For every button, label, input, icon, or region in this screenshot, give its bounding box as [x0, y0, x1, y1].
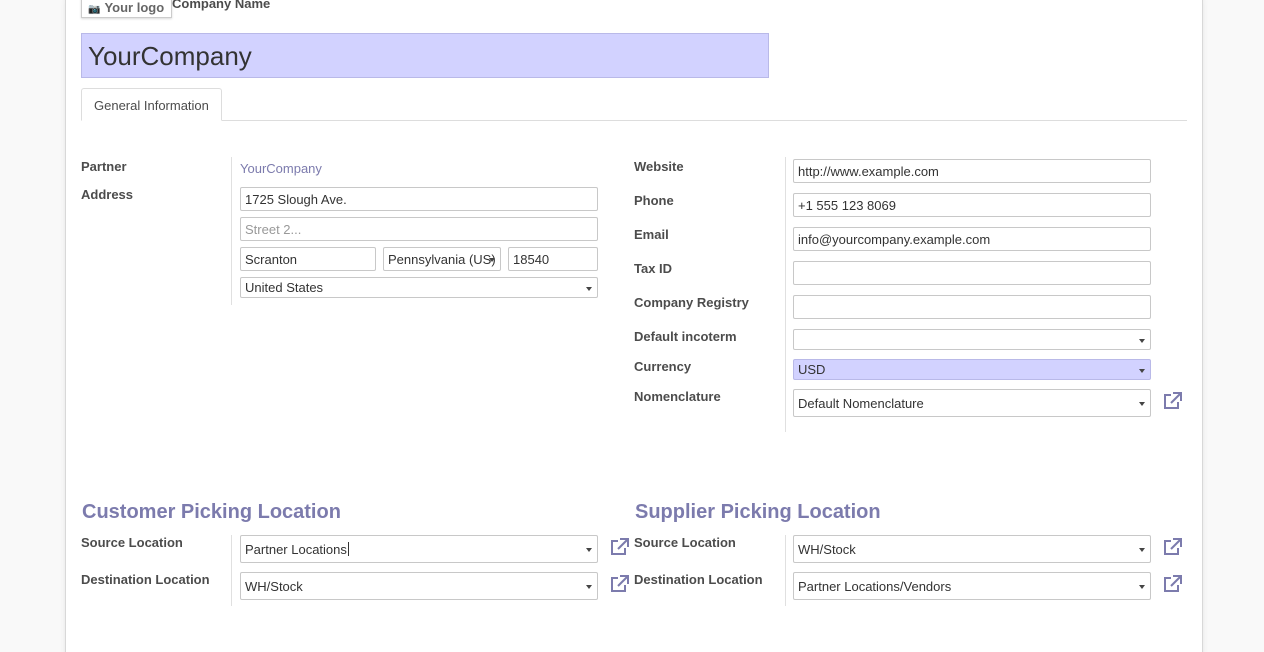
- external-link-icon[interactable]: [1162, 575, 1182, 593]
- taxid-input[interactable]: [793, 261, 1151, 285]
- currency-label: Currency: [634, 359, 692, 374]
- supplier-source-value: WH/Stock: [798, 542, 856, 557]
- customer-picking-title: Customer Picking Location: [82, 501, 341, 523]
- company-registry-input[interactable]: [793, 295, 1151, 319]
- company-registry-label: Company Registry: [634, 295, 749, 310]
- website-label: Website: [634, 159, 684, 174]
- currency-select[interactable]: USD: [793, 359, 1151, 380]
- camera-icon: 📷: [88, 4, 101, 15]
- customer-separator: [231, 535, 232, 606]
- supplier-source-select[interactable]: WH/Stock: [793, 535, 1151, 563]
- tab-divider: [81, 120, 1187, 121]
- supplier-source-label: Source Location: [634, 535, 736, 550]
- logo-upload[interactable]: 📷 Your logo: [81, 0, 172, 18]
- text-cursor: [347, 542, 349, 556]
- currency-value: USD: [798, 362, 826, 377]
- state-value: Pennsylvania (US): [388, 252, 496, 267]
- supplier-picking-title: Supplier Picking Location: [635, 501, 881, 523]
- country-value: United States: [245, 280, 324, 295]
- website-input[interactable]: http://www.example.com: [793, 159, 1151, 183]
- partner-link[interactable]: YourCompany: [240, 161, 322, 176]
- supplier-separator: [785, 535, 786, 606]
- country-select[interactable]: United States: [240, 277, 598, 298]
- nomenclature-select[interactable]: Default Nomenclature: [793, 389, 1151, 417]
- incoterm-label: Default incoterm: [634, 329, 737, 344]
- state-select[interactable]: Pennsylvania (US): [383, 247, 501, 271]
- left-separator: [231, 157, 232, 305]
- city-input[interactable]: Scranton: [240, 247, 376, 271]
- right-separator: [785, 157, 786, 432]
- customer-dest-select[interactable]: WH/Stock: [240, 572, 598, 600]
- street-input[interactable]: 1725 Slough Ave.: [240, 187, 598, 211]
- customer-source-value: Partner Locations: [245, 542, 347, 557]
- customer-source-label: Source Location: [81, 535, 183, 550]
- supplier-dest-value: Partner Locations/Vendors: [798, 579, 952, 594]
- nomenclature-value: Default Nomenclature: [798, 396, 924, 411]
- external-link-icon[interactable]: [609, 575, 629, 593]
- supplier-dest-select[interactable]: Partner Locations/Vendors: [793, 572, 1151, 600]
- customer-dest-label: Destination Location: [81, 572, 210, 587]
- company-name-input[interactable]: YourCompany: [81, 33, 769, 78]
- partner-label: Partner: [81, 159, 127, 174]
- chevron-down-icon: [586, 287, 592, 291]
- address-label: Address: [81, 187, 134, 202]
- chevron-down-icon: [586, 548, 592, 552]
- customer-dest-value: WH/Stock: [245, 579, 303, 594]
- chevron-down-icon: [1139, 339, 1145, 343]
- chevron-down-icon: [1139, 585, 1145, 589]
- logo-label: Your logo: [104, 0, 165, 15]
- email-label: Email: [634, 227, 669, 242]
- nomenclature-label: Nomenclature: [634, 389, 721, 404]
- incoterm-select[interactable]: [793, 329, 1151, 350]
- chevron-down-icon: [489, 258, 495, 262]
- supplier-dest-label: Destination Location: [634, 572, 763, 587]
- tab-general-information[interactable]: General Information: [81, 88, 222, 121]
- taxid-label: Tax ID: [634, 261, 673, 276]
- company-name-label: Company Name: [172, 0, 271, 11]
- customer-source-select[interactable]: Partner Locations: [240, 535, 598, 563]
- external-link-icon[interactable]: [1162, 392, 1182, 410]
- email-input[interactable]: info@yourcompany.example.com: [793, 227, 1151, 251]
- chevron-down-icon: [1139, 369, 1145, 373]
- zip-input[interactable]: 18540: [508, 247, 598, 271]
- phone-label: Phone: [634, 193, 674, 208]
- external-link-icon[interactable]: [1162, 538, 1182, 556]
- phone-input[interactable]: +1 555 123 8069: [793, 193, 1151, 217]
- external-link-icon[interactable]: [609, 538, 629, 556]
- chevron-down-icon: [586, 585, 592, 589]
- chevron-down-icon: [1139, 548, 1145, 552]
- street2-input[interactable]: Street 2...: [240, 217, 598, 241]
- chevron-down-icon: [1139, 402, 1145, 406]
